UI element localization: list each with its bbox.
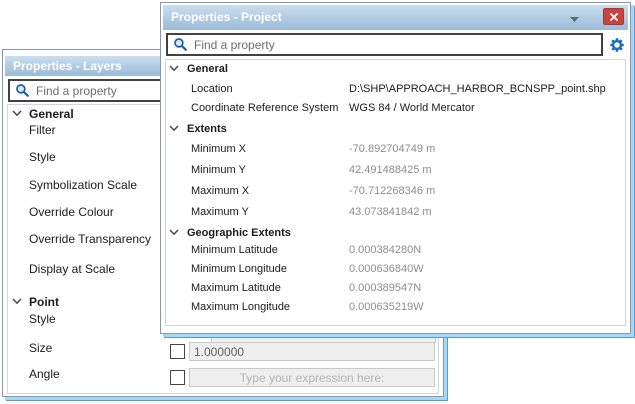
- property-label: Filter: [29, 122, 56, 138]
- property-label: Maximum X: [191, 183, 249, 199]
- property-value: 0.000389547N: [349, 280, 421, 296]
- section-header-extents[interactable]: Extents: [161, 121, 630, 137]
- property-item-minimum-longitude[interactable]: Minimum Longitude 0.000636840W: [161, 261, 630, 277]
- property-label: Extents: [187, 121, 227, 137]
- property-label: Geographic Extents: [187, 225, 291, 241]
- property-label: Minimum Latitude: [191, 242, 278, 258]
- property-label: Minimum Y: [191, 162, 246, 178]
- property-label: Override Transparency: [29, 231, 151, 247]
- property-value: D:\SHP\APPROACH_HARBOR_BCNSPP_point.shp: [349, 81, 606, 97]
- property-label: Maximum Longitude: [191, 299, 290, 315]
- property-value: 43.073841842 m: [349, 204, 432, 220]
- property-label: Maximum Y: [191, 204, 249, 220]
- property-item-maximum-x[interactable]: Maximum X -70.712268346 m: [161, 183, 630, 199]
- chevron-down-icon: [169, 229, 179, 236]
- section-header-general[interactable]: General: [161, 61, 630, 77]
- panel-properties-project: Properties - Project GeneralLocationD:\S…: [160, 2, 631, 334]
- property-value: 0.000635219W: [349, 299, 424, 315]
- chevron-down-icon: [169, 125, 179, 132]
- property-value: 42.491488425 m: [349, 162, 432, 178]
- property-item-maximum-latitude[interactable]: Maximum Latitude 0.000389547N: [161, 280, 630, 296]
- chevron-down-icon: [12, 298, 22, 305]
- property-label: Display at Scale: [29, 261, 115, 277]
- property-item-minimum-latitude[interactable]: Minimum Latitude 0.000384280N: [161, 242, 630, 258]
- property-label: Minimum Longitude: [191, 261, 287, 277]
- property-item-minimum-y[interactable]: Minimum Y 42.491488425 m: [161, 162, 630, 178]
- property-label: Coordinate Reference System: [191, 100, 338, 116]
- property-value: WGS 84 / World Mercator: [349, 100, 475, 116]
- chevron-down-icon: [12, 110, 22, 117]
- property-label: Override Colour: [29, 204, 114, 220]
- property-label: Minimum X: [191, 141, 246, 157]
- section-header-geographic-extents[interactable]: Geographic Extents: [161, 225, 630, 241]
- property-label: Maximum Latitude: [191, 280, 281, 296]
- property-label: Style: [29, 149, 56, 165]
- property-label: Location: [191, 81, 233, 97]
- property-label: Angle: [29, 366, 60, 382]
- property-value: -70.712268346 m: [349, 183, 435, 199]
- angle-checkbox[interactable]: [170, 370, 185, 385]
- size-checkbox[interactable]: [170, 344, 185, 359]
- property-value: 0.000384280N: [349, 242, 421, 258]
- property-label: Symbolization Scale: [29, 177, 137, 193]
- chevron-down-icon: [169, 65, 179, 72]
- property-item-minimum-x[interactable]: Minimum X -70.892704749 m: [161, 141, 630, 157]
- property-item-maximum-longitude[interactable]: Maximum Longitude 0.000635219W: [161, 299, 630, 315]
- property-label: Size: [29, 340, 52, 356]
- property-item-location[interactable]: Location D:\SHP\APPROACH_HARBOR_BCNSPP_po…: [161, 81, 630, 97]
- size-input[interactable]: [189, 342, 435, 361]
- property-label: Point: [29, 294, 59, 310]
- property-label: Style: [29, 311, 56, 327]
- property-item-coordinate-reference-system[interactable]: Coordinate Reference System WGS 84 / Worl…: [161, 100, 630, 116]
- property-item-maximum-y[interactable]: Maximum Y 43.073841842 m: [161, 204, 630, 220]
- property-value: 0.000636840W: [349, 261, 424, 277]
- property-label: General: [29, 106, 74, 122]
- angle-input[interactable]: [189, 368, 435, 387]
- property-value: -70.892704749 m: [349, 141, 435, 157]
- property-label: General: [187, 61, 228, 77]
